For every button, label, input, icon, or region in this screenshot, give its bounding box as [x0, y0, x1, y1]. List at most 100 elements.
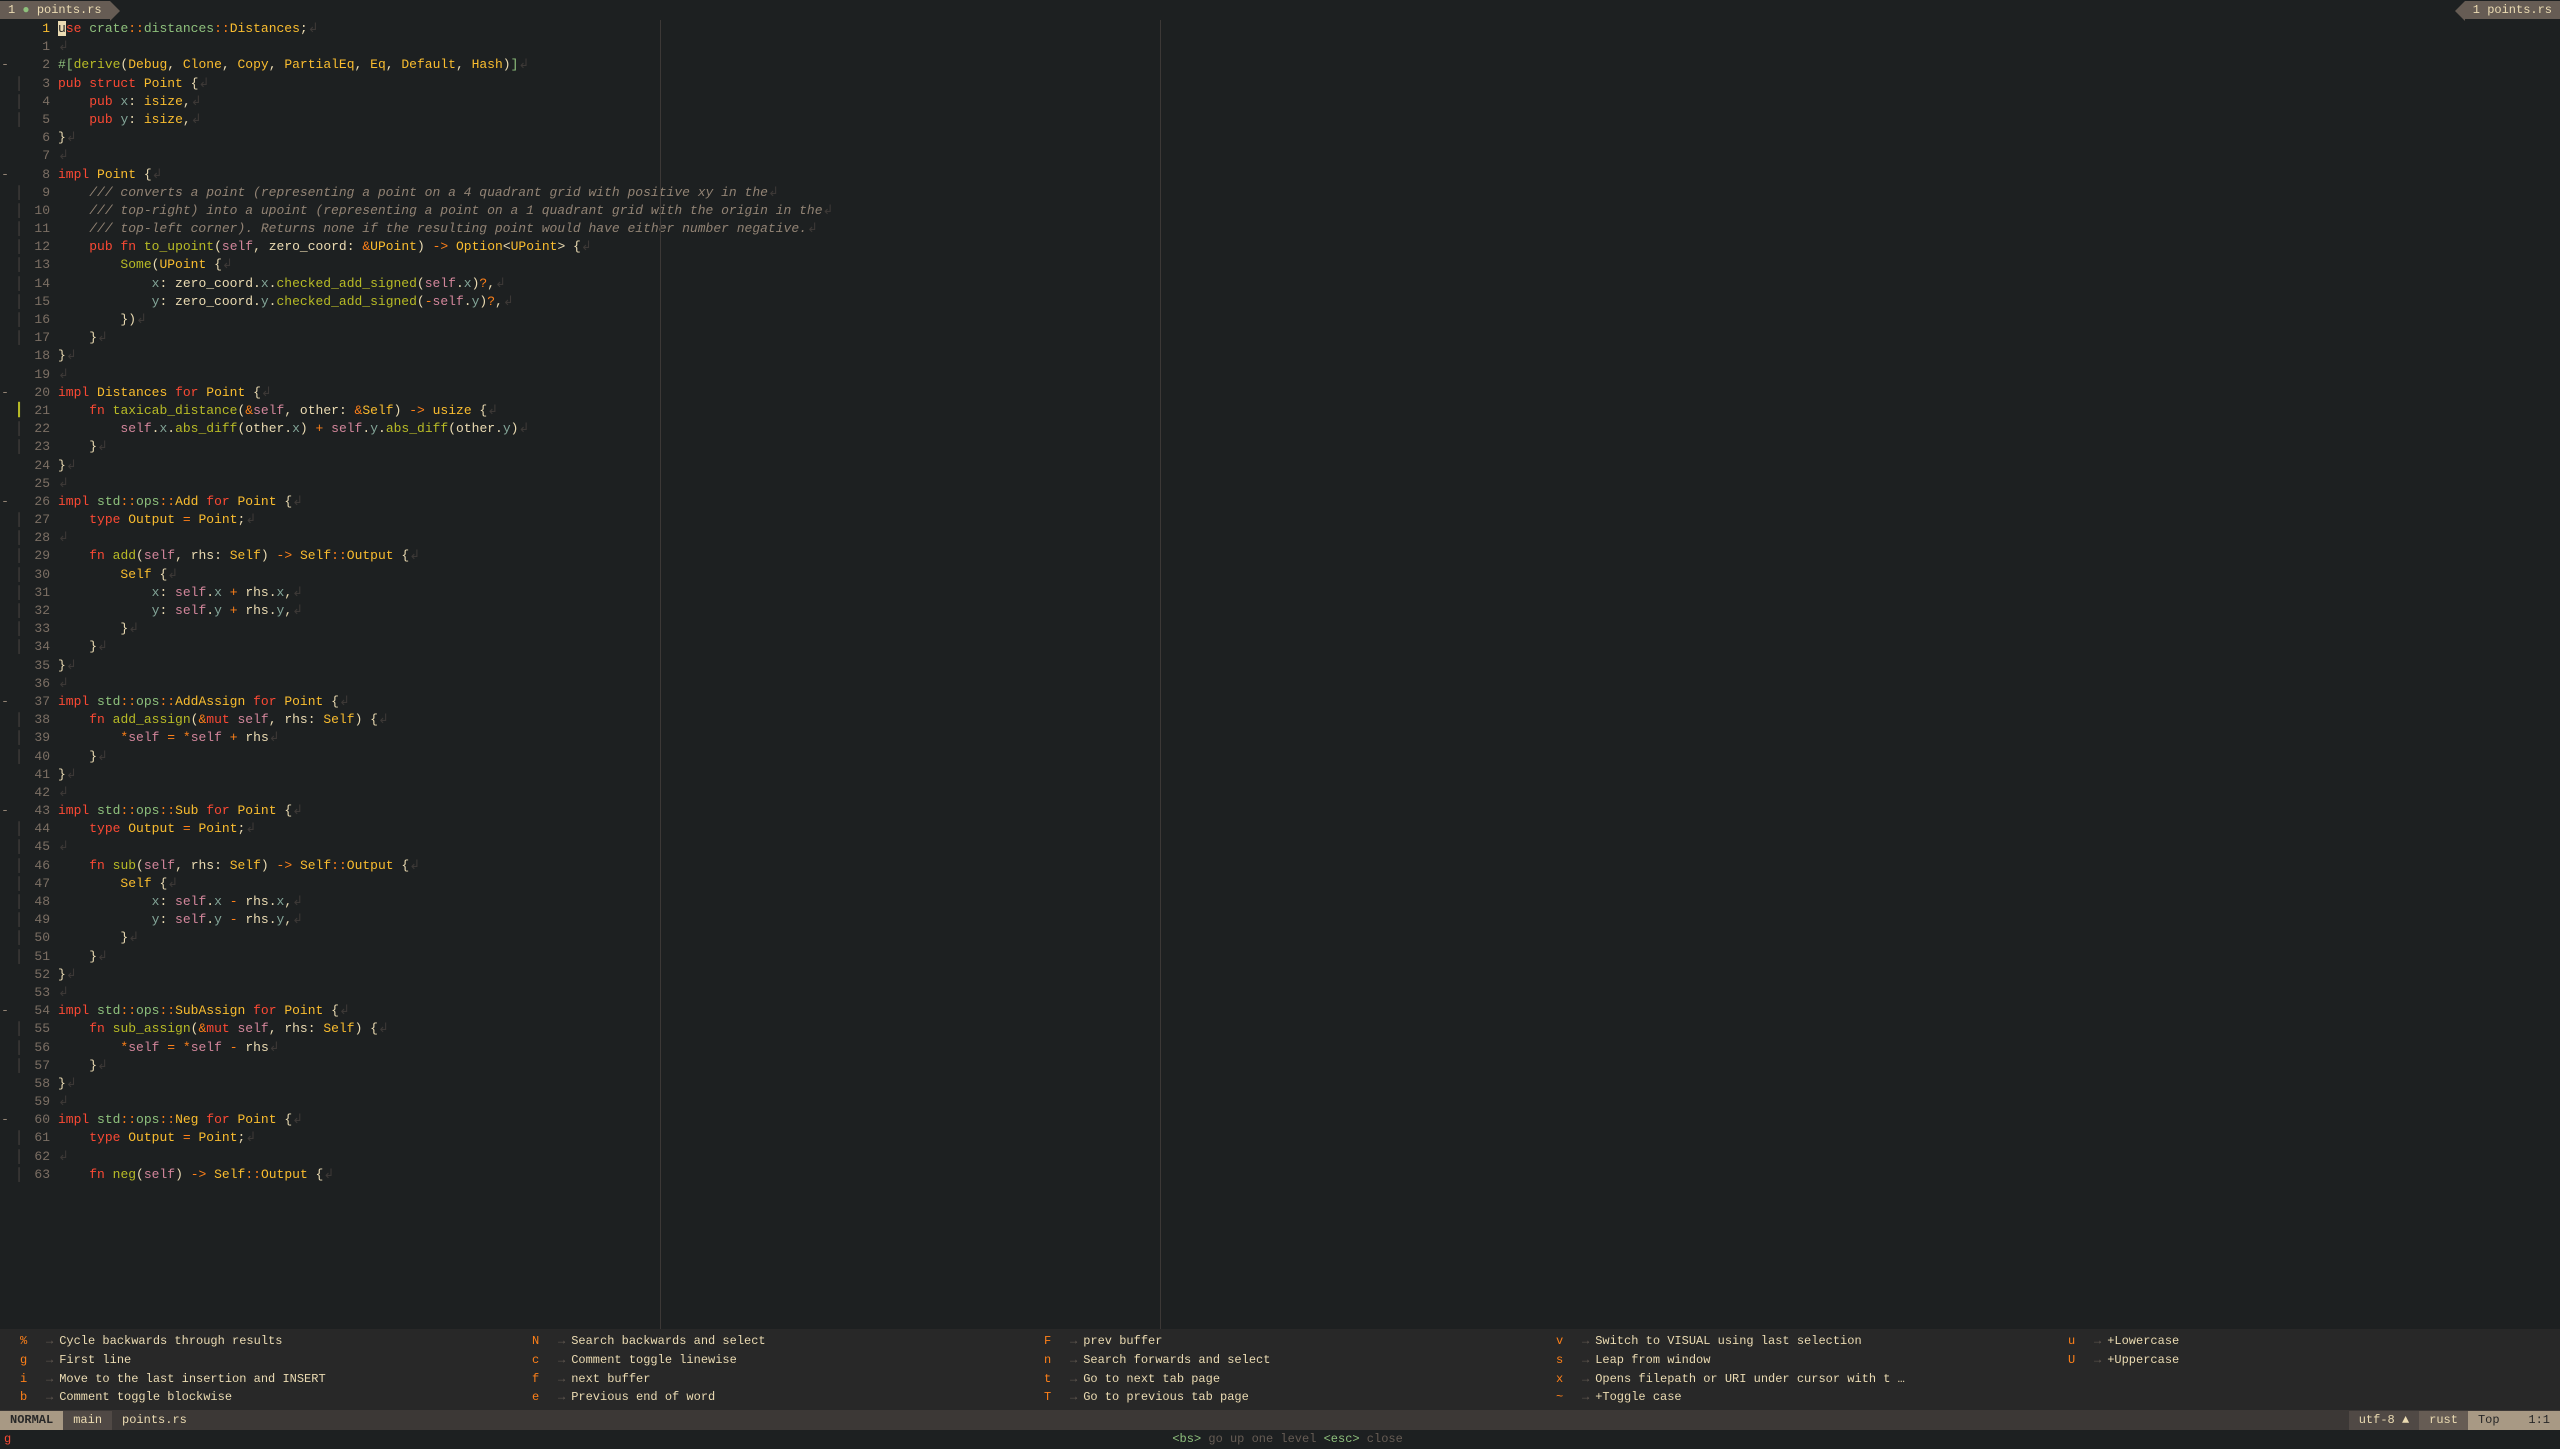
which-key-item[interactable]: n→Search forwards and select — [1044, 1352, 1516, 1369]
code-content[interactable]: fn sub_assign(&mut self, rhs: Self) {↲ — [58, 1020, 2560, 1038]
code-content[interactable]: ↲ — [58, 784, 2560, 802]
code-line[interactable]: │22 self.x.abs_diff(other.x) + self.y.ab… — [0, 420, 2560, 438]
code-line[interactable]: │14 x: zero_coord.x.checked_add_signed(s… — [0, 275, 2560, 293]
code-content[interactable]: }↲ — [58, 1057, 2560, 1075]
code-content[interactable]: fn add_assign(&mut self, rhs: Self) {↲ — [58, 711, 2560, 729]
code-line[interactable]: │62↲ — [0, 1148, 2560, 1166]
which-key-item[interactable]: N→Search backwards and select — [532, 1333, 1004, 1350]
code-line[interactable]: │46 fn sub(self, rhs: Self) -> Self::Out… — [0, 857, 2560, 875]
which-key-item[interactable]: t→Go to next tab page — [1044, 1371, 1516, 1388]
code-line[interactable]: 19↲ — [0, 366, 2560, 384]
code-line[interactable]: │33 }↲ — [0, 620, 2560, 638]
code-line[interactable]: 52}↲ — [0, 966, 2560, 984]
which-key-item[interactable]: s→Leap from window — [1556, 1352, 2028, 1369]
code-content[interactable]: }↲ — [58, 329, 2560, 347]
code-line[interactable]: │17 }↲ — [0, 329, 2560, 347]
code-line[interactable]: - 43impl std::ops::Sub for Point {↲ — [0, 802, 2560, 820]
code-content[interactable]: x: self.x + rhs.x,↲ — [58, 584, 2560, 602]
buffer-tab-right[interactable]: 1 points.rs — [2465, 1, 2560, 20]
code-line[interactable]: │45↲ — [0, 838, 2560, 856]
code-line[interactable]: - 20impl Distances for Point {↲ — [0, 384, 2560, 402]
code-line[interactable]: │57 }↲ — [0, 1057, 2560, 1075]
fold-indicator[interactable]: - — [0, 802, 10, 820]
fold-indicator[interactable]: - — [0, 493, 10, 511]
code-content[interactable]: impl std::ops::Add for Point {↲ — [58, 493, 2560, 511]
fold-indicator[interactable]: - — [0, 166, 10, 184]
code-line[interactable]: │50 }↲ — [0, 929, 2560, 947]
code-content[interactable]: ↲ — [58, 984, 2560, 1002]
code-line[interactable]: │51 }↲ — [0, 948, 2560, 966]
code-content[interactable]: fn taxicab_distance(&self, other: &Self)… — [58, 402, 2560, 420]
code-line[interactable]: │29 fn add(self, rhs: Self) -> Self::Out… — [0, 547, 2560, 565]
fold-indicator[interactable]: - — [0, 56, 10, 74]
code-line[interactable]: │48 x: self.x - rhs.x,↲ — [0, 893, 2560, 911]
which-key-item[interactable] — [2068, 1389, 2540, 1406]
code-content[interactable]: }↲ — [58, 347, 2560, 365]
code-content[interactable]: #[derive(Debug, Clone, Copy, PartialEq, … — [58, 56, 2560, 74]
code-content[interactable]: y: zero_coord.y.checked_add_signed(-self… — [58, 293, 2560, 311]
which-key-item[interactable]: %→Cycle backwards through results — [20, 1333, 492, 1350]
code-line[interactable]: │23 }↲ — [0, 438, 2560, 456]
code-content[interactable]: impl Point {↲ — [58, 166, 2560, 184]
which-key-item[interactable]: u→+Lowercase — [2068, 1333, 2540, 1350]
code-content[interactable]: Self {↲ — [58, 875, 2560, 893]
code-line[interactable]: - 2#[derive(Debug, Clone, Copy, PartialE… — [0, 56, 2560, 74]
code-line[interactable]: │49 y: self.y - rhs.y,↲ — [0, 911, 2560, 929]
which-key-item[interactable]: e→Previous end of word — [532, 1389, 1004, 1406]
code-line[interactable]: │63 fn neg(self) -> Self::Output {↲ — [0, 1166, 2560, 1184]
code-line[interactable]: - 26impl std::ops::Add for Point {↲ — [0, 493, 2560, 511]
code-line[interactable]: 59↲ — [0, 1093, 2560, 1111]
code-content[interactable]: }↲ — [58, 1075, 2560, 1093]
which-key-item[interactable]: T→Go to previous tab page — [1044, 1389, 1516, 1406]
code-content[interactable]: x: zero_coord.x.checked_add_signed(self.… — [58, 275, 2560, 293]
code-content[interactable]: Self {↲ — [58, 566, 2560, 584]
code-content[interactable]: }↲ — [58, 620, 2560, 638]
code-content[interactable]: impl std::ops::AddAssign for Point {↲ — [58, 693, 2560, 711]
which-key-item[interactable]: U→+Uppercase — [2068, 1352, 2540, 1369]
code-line[interactable]: │28↲ — [0, 529, 2560, 547]
which-key-item[interactable]: g→First line — [20, 1352, 492, 1369]
code-line[interactable]: │4 pub x: isize,↲ — [0, 93, 2560, 111]
cmdline[interactable]: g <bs> go up one level <esc> close — [0, 1430, 2560, 1449]
code-line[interactable]: │56 *self = *self - rhs↲ — [0, 1039, 2560, 1057]
code-content[interactable]: ↲ — [58, 38, 2560, 56]
code-content[interactable]: ↲ — [58, 1093, 2560, 1111]
code-content[interactable]: type Output = Point;↲ — [58, 511, 2560, 529]
code-content[interactable]: ↲ — [58, 366, 2560, 384]
code-content[interactable]: type Output = Point;↲ — [58, 1129, 2560, 1147]
code-line[interactable]: │32 y: self.y + rhs.y,↲ — [0, 602, 2560, 620]
code-content[interactable]: type Output = Point;↲ — [58, 820, 2560, 838]
code-line[interactable]: 36↲ — [0, 675, 2560, 693]
code-line[interactable]: │34 }↲ — [0, 638, 2560, 656]
code-content[interactable]: ↲ — [58, 1148, 2560, 1166]
code-line[interactable]: │55 fn sub_assign(&mut self, rhs: Self) … — [0, 1020, 2560, 1038]
code-line[interactable]: │15 y: zero_coord.y.checked_add_signed(-… — [0, 293, 2560, 311]
code-content[interactable]: *self = *self - rhs↲ — [58, 1039, 2560, 1057]
code-content[interactable]: /// top-left corner). Returns none if th… — [58, 220, 2560, 238]
which-key-item[interactable]: ~→+Toggle case — [1556, 1389, 2028, 1406]
code-content[interactable]: impl std::ops::Neg for Point {↲ — [58, 1111, 2560, 1129]
code-content[interactable]: impl std::ops::Sub for Point {↲ — [58, 802, 2560, 820]
code-content[interactable]: ↲ — [58, 475, 2560, 493]
code-content[interactable]: }↲ — [58, 966, 2560, 984]
code-content[interactable]: ↲ — [58, 675, 2560, 693]
code-content[interactable]: ↲ — [58, 147, 2560, 165]
code-line[interactable]: 1↲ — [0, 38, 2560, 56]
code-content[interactable]: use crate::distances::Distances;↲ — [58, 20, 2560, 38]
code-line[interactable]: │61 type Output = Point;↲ — [0, 1129, 2560, 1147]
code-content[interactable]: }↲ — [58, 438, 2560, 456]
code-line[interactable]: - 37impl std::ops::AddAssign for Point {… — [0, 693, 2560, 711]
code-content[interactable]: }↲ — [58, 657, 2560, 675]
code-content[interactable]: y: self.y + rhs.y,↲ — [58, 602, 2560, 620]
code-content[interactable]: *self = *self + rhs↲ — [58, 729, 2560, 747]
which-key-item[interactable]: b→Comment toggle blockwise — [20, 1389, 492, 1406]
code-content[interactable]: fn sub(self, rhs: Self) -> Self::Output … — [58, 857, 2560, 875]
code-line[interactable]: │38 fn add_assign(&mut self, rhs: Self) … — [0, 711, 2560, 729]
code-line[interactable]: 25↲ — [0, 475, 2560, 493]
code-content[interactable]: }↲ — [58, 748, 2560, 766]
buffer-tab-left[interactable]: 1 ● points.rs — [0, 1, 110, 20]
code-line[interactable]: │5 pub y: isize,↲ — [0, 111, 2560, 129]
code-line[interactable]: │40 }↲ — [0, 748, 2560, 766]
code-line[interactable]: 58}↲ — [0, 1075, 2560, 1093]
code-line[interactable]: 41}↲ — [0, 766, 2560, 784]
